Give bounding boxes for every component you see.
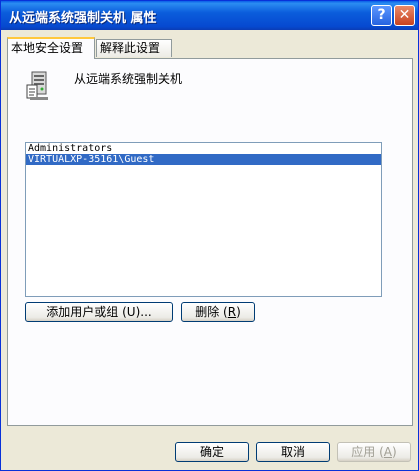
apply-button[interactable]: 应用 (A): [337, 442, 411, 462]
cancel-button[interactable]: 取消: [256, 442, 330, 462]
tab-explain[interactable]: 解释此设置: [96, 39, 172, 57]
close-icon: ✕: [398, 7, 411, 23]
ok-button[interactable]: 确定: [175, 442, 249, 462]
list-item[interactable]: Administrators: [26, 143, 381, 154]
apply-button-label: 应用: [351, 445, 376, 459]
server-policy-icon: [26, 71, 48, 100]
list-item-selected[interactable]: VIRTUALXP-35161\Guest: [26, 154, 381, 165]
title-bar[interactable]: 从远端系统强制关机 属性 ? ✕: [1, 1, 418, 30]
tab-panel: 从远端系统强制关机 Administrators VIRTUALXP-35161…: [7, 58, 413, 426]
remove-button-mnemonic: R: [227, 305, 237, 319]
add-user-or-group-button[interactable]: 添加用户或组 (U)...: [25, 302, 173, 322]
help-button[interactable]: ?: [371, 5, 392, 26]
close-button[interactable]: ✕: [394, 5, 415, 26]
help-icon: ?: [377, 7, 386, 23]
remove-button-label: 删除: [195, 305, 220, 319]
add-button-mnemonic: (U)...: [122, 305, 152, 319]
apply-button-mnemonic: A: [383, 445, 393, 459]
remove-button[interactable]: 删除 (R): [181, 302, 255, 322]
properties-dialog: 从远端系统强制关机 属性 ? ✕ 本地安全设置 解释此设置 从远端系统强制关机 …: [0, 0, 419, 471]
add-button-label: 添加用户或组: [46, 305, 119, 319]
window-title: 从远端系统强制关机 属性: [9, 11, 157, 26]
account-list[interactable]: Administrators VIRTUALXP-35161\Guest: [25, 142, 382, 297]
policy-name: 从远端系统强制关机: [74, 72, 183, 86]
tab-local-security-setting[interactable]: 本地安全设置: [7, 37, 95, 59]
